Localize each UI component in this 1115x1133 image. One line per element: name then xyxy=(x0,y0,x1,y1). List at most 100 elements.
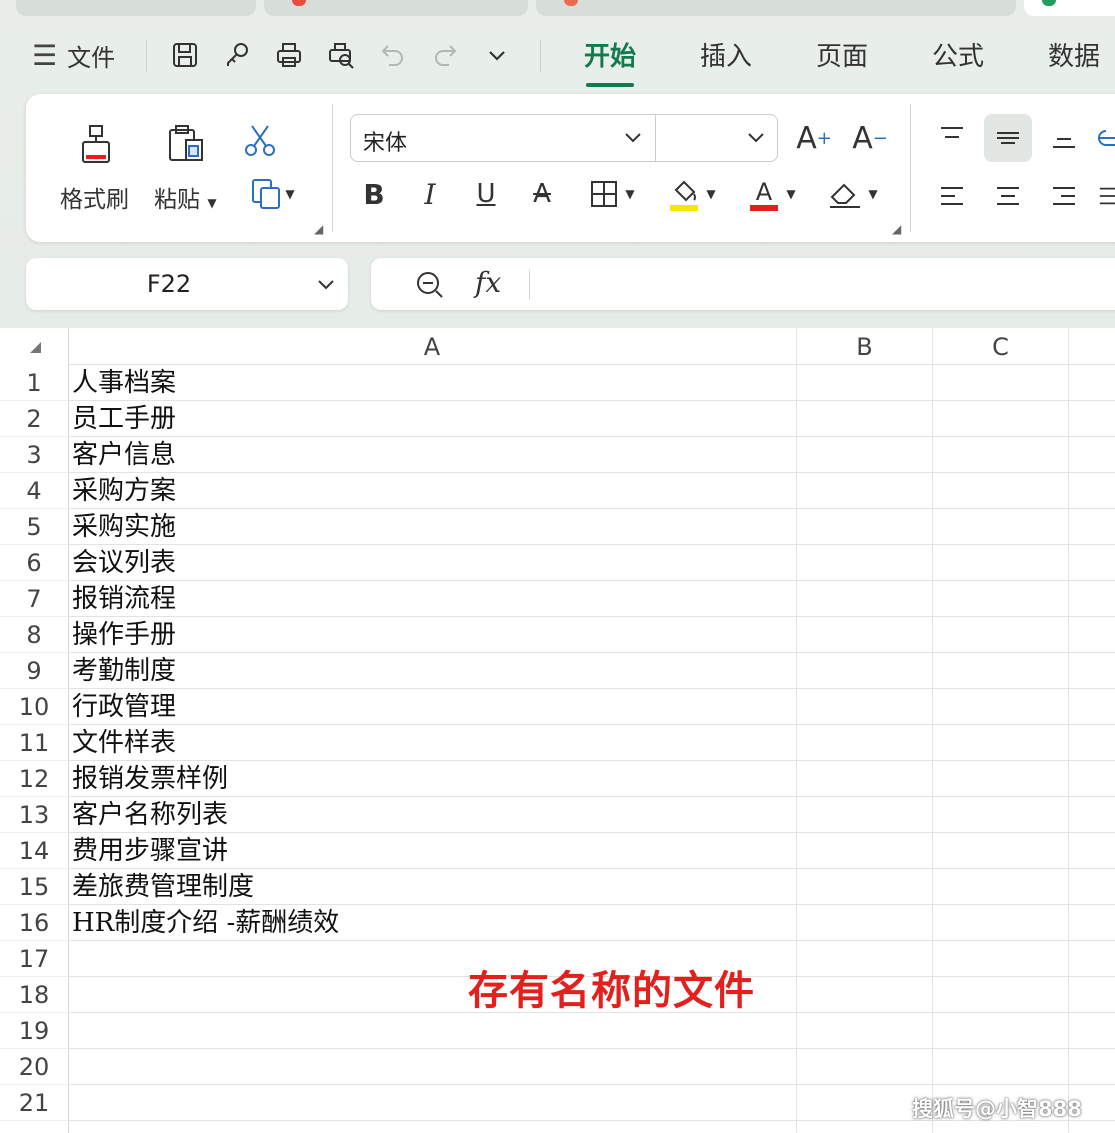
document-tab[interactable] xyxy=(536,0,1016,16)
font-color-button[interactable]: A ▼ xyxy=(742,172,802,216)
row-header[interactable]: 14 xyxy=(0,833,68,869)
column-header-c[interactable]: C xyxy=(933,328,1069,365)
row-header[interactable]: 19 xyxy=(0,1013,68,1049)
row-header[interactable]: 3 xyxy=(0,437,68,473)
format-painter-label[interactable]: 格式刷 xyxy=(60,180,129,214)
menu-icon: ☰ xyxy=(32,38,58,72)
row-header[interactable]: 5 xyxy=(0,509,68,545)
document-tab[interactable] xyxy=(264,0,528,16)
tab-data[interactable]: 数据 xyxy=(1048,36,1100,73)
font-shrink-icon[interactable]: A − xyxy=(850,118,890,158)
align-bottom-icon[interactable] xyxy=(1042,116,1086,160)
row-header[interactable]: 15 xyxy=(0,869,68,905)
file-menu-button[interactable]: ☰ 文件 xyxy=(32,30,115,80)
tab-page[interactable]: 页面 xyxy=(816,36,868,73)
cell-a2[interactable]: 员工手册 xyxy=(68,401,797,437)
row-header[interactable]: 8 xyxy=(0,617,68,653)
justify-icon[interactable] xyxy=(1098,174,1115,218)
cell-a1[interactable]: 人事档案 xyxy=(68,365,797,401)
row-header[interactable]: 9 xyxy=(0,653,68,689)
cell-a9[interactable]: 考勤制度 xyxy=(68,653,797,689)
print-icon[interactable] xyxy=(274,30,304,80)
redo-icon[interactable] xyxy=(430,30,460,80)
tab-insert[interactable]: 插入 xyxy=(700,36,752,73)
wrap-text-icon[interactable] xyxy=(1096,116,1115,160)
cell-a3[interactable]: 客户信息 xyxy=(68,437,797,473)
font-grow-icon[interactable]: A + xyxy=(794,118,834,158)
row-header[interactable]: 12 xyxy=(0,761,68,797)
row-header[interactable]: 16 xyxy=(0,905,68,941)
document-tab-active[interactable] xyxy=(1024,0,1115,16)
cell-a16[interactable]: HR制度介绍 -薪酬绩效 xyxy=(68,905,797,941)
row-header[interactable]: 20 xyxy=(0,1049,68,1085)
format-painter-icon[interactable] xyxy=(70,122,122,166)
key-icon[interactable] xyxy=(222,30,252,80)
cell-a10[interactable]: 行政管理 xyxy=(68,689,797,725)
tab-formulas[interactable]: 公式 xyxy=(932,36,984,73)
row-header[interactable]: 17 xyxy=(0,941,68,977)
align-left-icon[interactable] xyxy=(930,174,974,218)
italic-button[interactable]: I xyxy=(412,174,448,214)
column-header-b[interactable]: B xyxy=(797,328,933,365)
scissors-icon[interactable] xyxy=(238,120,282,160)
copy-button[interactable]: ▼ xyxy=(240,174,304,214)
cell-a6[interactable]: 会议列表 xyxy=(68,545,797,581)
cell-a13[interactable]: 客户名称列表 xyxy=(68,797,797,833)
name-box[interactable]: F22 xyxy=(26,258,348,310)
cell-a15[interactable]: 差旅费管理制度 xyxy=(68,869,797,905)
tab-home[interactable]: 开始 xyxy=(584,36,636,87)
cell-a12[interactable]: 报销发票样例 xyxy=(68,761,797,797)
paint-bucket-icon xyxy=(670,180,699,211)
row-header[interactable]: 6 xyxy=(0,545,68,581)
cell-a8[interactable]: 操作手册 xyxy=(68,617,797,653)
cell-a4[interactable]: 采购方案 xyxy=(68,473,797,509)
strikethrough-button[interactable]: A xyxy=(524,174,560,214)
more-chevron-icon[interactable] xyxy=(482,30,512,80)
align-right-icon[interactable] xyxy=(1042,174,1086,218)
app-top-band: ☰ 文件 开始 插入 页面 公式 数据 格式刷 粘贴 ▼ ▼ ◢ 宋体 A + … xyxy=(0,0,1115,328)
row-header[interactable]: 21 xyxy=(0,1085,68,1121)
font-size-select[interactable] xyxy=(656,115,778,161)
save-icon[interactable] xyxy=(170,30,200,80)
print-preview-icon[interactable] xyxy=(326,30,356,80)
divider xyxy=(910,104,911,232)
row-header[interactable]: 11 xyxy=(0,725,68,761)
undo-icon[interactable] xyxy=(378,30,408,80)
cell-a20[interactable] xyxy=(68,1049,797,1085)
row-header[interactable]: 1 xyxy=(0,365,68,401)
row-header[interactable]: 2 xyxy=(0,401,68,437)
row-header[interactable]: 10 xyxy=(0,689,68,725)
fill-color-button[interactable]: ▼ xyxy=(662,172,722,216)
row-header[interactable]: 7 xyxy=(0,581,68,617)
document-tab[interactable] xyxy=(16,0,256,16)
underline-button[interactable]: U xyxy=(468,174,504,214)
font-name-select[interactable]: 宋体 xyxy=(351,115,655,161)
cell-a21[interactable] xyxy=(68,1085,797,1121)
clear-format-button[interactable]: ▼ xyxy=(822,174,884,214)
select-all-button[interactable] xyxy=(0,328,68,365)
font-launcher-icon[interactable]: ◢ xyxy=(892,222,901,236)
align-center-icon[interactable] xyxy=(986,174,1030,218)
zoom-out-icon[interactable] xyxy=(415,270,445,300)
align-middle-icon[interactable] xyxy=(984,114,1032,162)
chevron-down-icon xyxy=(748,133,764,143)
row-header[interactable]: 13 xyxy=(0,797,68,833)
column-header-d[interactable] xyxy=(1069,328,1115,365)
borders-button[interactable]: ▼ xyxy=(582,174,642,214)
cell-a14[interactable]: 费用步骤宣讲 xyxy=(68,833,797,869)
cell-a19[interactable] xyxy=(68,1013,797,1049)
cell-a5[interactable]: 采购实施 xyxy=(68,509,797,545)
row-header[interactable]: 18 xyxy=(0,977,68,1013)
paste-dropdown[interactable]: 粘贴 ▼ xyxy=(154,180,217,214)
align-top-icon[interactable] xyxy=(930,114,974,158)
clipboard-launcher-icon[interactable]: ◢ xyxy=(314,222,323,236)
bold-button[interactable]: B xyxy=(356,174,392,214)
cell-a11[interactable]: 文件样表 xyxy=(68,725,797,761)
row-header[interactable]: 4 xyxy=(0,473,68,509)
insert-function-button[interactable]: fx xyxy=(475,266,501,299)
cell-a7[interactable]: 报销流程 xyxy=(68,581,797,617)
formula-input[interactable] xyxy=(541,258,1101,310)
column-header-a[interactable]: A xyxy=(68,328,797,365)
presentation-icon xyxy=(564,0,578,6)
paste-icon[interactable] xyxy=(160,122,212,166)
